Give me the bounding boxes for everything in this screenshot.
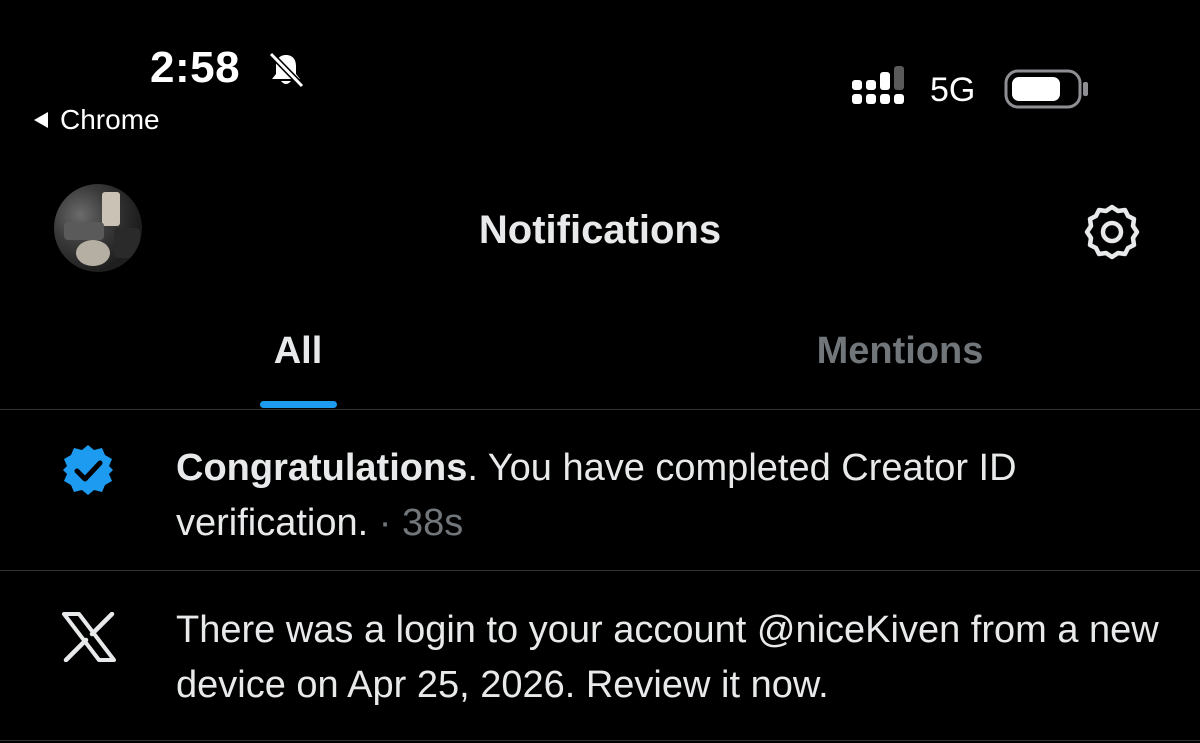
- notification-divider: [0, 740, 1200, 741]
- active-tab-indicator: [260, 401, 337, 408]
- network-type: 5G: [930, 71, 976, 109]
- tab-all[interactable]: All: [200, 322, 396, 380]
- notification-login-alert[interactable]: There was a login to your account @niceK…: [176, 603, 1166, 713]
- signal-strength-icon: [852, 66, 904, 104]
- notification-separator: ·: [368, 502, 402, 544]
- notification-title: Congratulations: [176, 447, 468, 489]
- page-title: Notifications: [478, 208, 722, 252]
- tabs-divider: [0, 409, 1200, 410]
- verified-badge-icon: [63, 445, 113, 495]
- back-arrow-icon: [34, 112, 48, 128]
- battery-icon: [1004, 69, 1088, 109]
- back-app-label: Chrome: [60, 104, 160, 135]
- tab-mentions[interactable]: Mentions: [750, 322, 1050, 380]
- notification-time: 38s: [401, 502, 464, 544]
- notification-divider: [0, 570, 1200, 571]
- back-to-app-button[interactable]: Chrome: [34, 104, 160, 136]
- settings-gear-icon[interactable]: [1082, 202, 1142, 262]
- x-logo-icon: [62, 612, 116, 662]
- bell-off-icon: [268, 51, 305, 89]
- notification-creator-id[interactable]: Congratulations. You have completed Crea…: [176, 441, 1166, 551]
- status-time: 2:58: [150, 43, 241, 92]
